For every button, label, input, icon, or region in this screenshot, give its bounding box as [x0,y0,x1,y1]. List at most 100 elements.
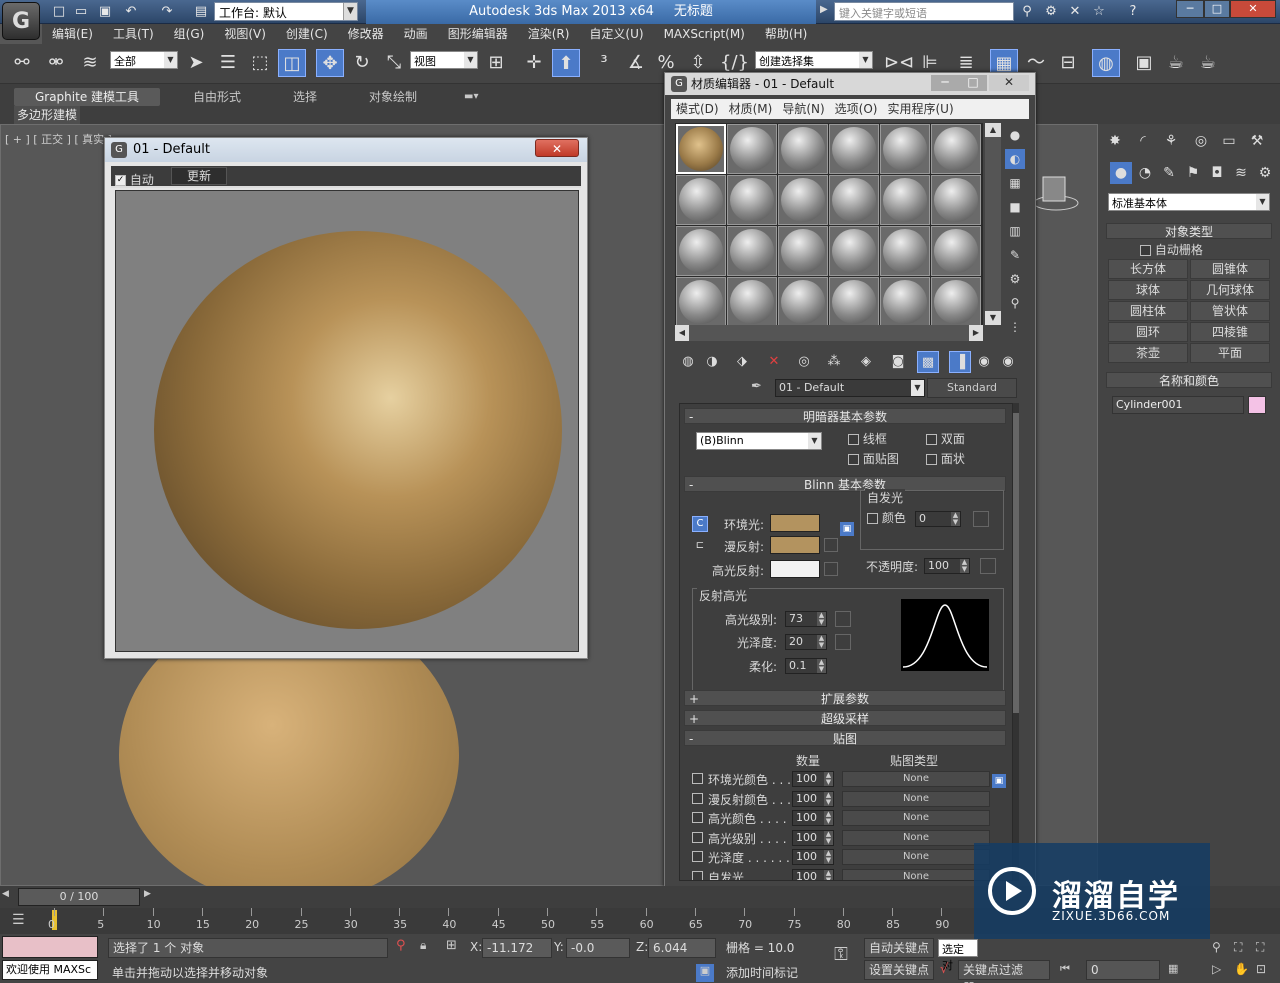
tube-button[interactable]: 管状体 [1190,301,1270,321]
preview-title-bar[interactable]: G 01 - Default [105,138,587,162]
zoom-extents-icon[interactable]: ⛶ [1234,940,1252,958]
scroll-thumb[interactable] [1013,413,1019,713]
soften-spinner[interactable]: 0.1 ▲ ▼ [785,658,827,674]
scroll-up-icon[interactable]: ▲ [985,123,1001,137]
rect-selection-icon[interactable]: ⬚ [246,49,274,77]
add-time-tag[interactable]: 添加时间标记 [722,964,822,982]
wire-checkbox[interactable]: 线框 [848,430,887,447]
tab-graphite-modeling[interactable]: Graphite 建模工具 [14,88,160,106]
torus-button[interactable]: 圆环 [1108,322,1188,342]
extended-params-rollout[interactable]: + 扩展参数 [684,690,1006,706]
save-icon[interactable]: ▣ [96,3,114,21]
menu-modes[interactable]: 模式(D) [671,99,724,119]
material-sample-slot[interactable] [829,124,879,174]
zoom-all-icon[interactable]: ⛶ [1256,940,1274,958]
snaps-toggle-icon[interactable]: ³ [590,49,618,77]
utilities-tab-icon[interactable]: ⚒ [1246,130,1268,152]
select-by-name-icon[interactable]: ☰ [214,49,242,77]
menu-options[interactable]: 选项(O) [830,99,883,119]
keyboard-shortcut-icon[interactable]: ⬆ [552,49,580,77]
self-illum-color-checkbox[interactable]: 颜色 [867,509,906,526]
material-sample-slot[interactable] [676,175,726,225]
polygon-modeling-panel[interactable]: 多边形建模 [14,106,81,124]
map-slot-button[interactable]: None [842,790,990,807]
go-to-parent-icon[interactable]: ◉ [973,351,995,373]
faceted-checkbox[interactable]: 面状 [926,450,965,467]
geosphere-button[interactable]: 几何球体 [1190,280,1270,300]
get-material-icon[interactable]: ◍ [677,351,699,373]
workspace-dropdown[interactable]: 工作台: 默认 ▼ [214,2,358,21]
spec-level-spinner[interactable]: 73 ▲ ▼ [785,611,827,627]
material-sample-slot[interactable] [727,277,777,327]
display-tab-icon[interactable]: ▭ [1218,130,1240,152]
bind-spacewarp-icon[interactable]: ≋ [76,49,104,77]
material-editor-icon[interactable]: ◍ [1092,49,1120,77]
spacewarps-icon[interactable]: ≋ [1230,162,1252,184]
gloss-spinner[interactable]: 20 ▲ ▼ [785,634,827,650]
shapes-icon[interactable]: ◔ [1134,162,1156,184]
spec-level-map-button[interactable] [835,611,851,627]
cone-button[interactable]: 圆锥体 [1190,259,1270,279]
material-sample-slot[interactable] [880,124,930,174]
menu-modifiers[interactable]: 修改器 [338,24,394,44]
render-production-icon[interactable]: ☕ [1194,49,1222,77]
specular-color-swatch[interactable] [770,560,820,578]
selection-filter-dropdown[interactable]: 全部 ▼ [110,51,178,69]
cylinder-button[interactable]: 圆柱体 [1108,301,1188,321]
map-amount-spinner[interactable]: 100 ▲ ▼ [792,849,834,866]
material-sample-slot[interactable] [676,124,726,174]
systems-icon[interactable]: ⚙ [1254,162,1276,184]
object-name-input[interactable]: Cylinder001 [1112,396,1244,414]
tab-object-paint[interactable]: 对象绘制 [369,88,417,106]
map-amount-spinner[interactable]: 100 ▲ ▼ [792,790,834,807]
map-enable-checkbox[interactable] [692,831,703,843]
menu-edit[interactable]: 编辑(E) [42,24,103,44]
uv-tiling-icon[interactable]: ■ [1005,197,1025,217]
maximize-button[interactable]: □ [1204,0,1230,18]
maxscript-listener-mini[interactable] [2,936,98,958]
lock-icon[interactable]: ▣ [992,774,1006,788]
material-sample-slot[interactable] [829,226,879,276]
isolate-icon[interactable]: ⚲ [396,938,410,956]
material-sample-slot[interactable] [880,277,930,327]
y-coord-input[interactable]: -0.0 [566,938,630,958]
menu-help[interactable]: 帮助(H) [755,24,817,44]
lock-diffuse-specular-icon[interactable]: ⊏ [692,540,708,556]
redo-icon[interactable]: ↷ [158,3,176,21]
map-amount-spinner[interactable]: 100 ▲ ▼ [792,869,834,880]
teapot-button[interactable]: 茶壶 [1108,343,1188,363]
tab-selection[interactable]: 选择 [293,88,317,106]
diffuse-map-button[interactable] [824,538,838,552]
ambient-color-swatch[interactable] [770,514,820,532]
scene-cylinder-object[interactable] [1031,165,1081,215]
material-sample-slot[interactable] [880,226,930,276]
box-button[interactable]: 长方体 [1108,259,1188,279]
material-sample-slot[interactable] [880,175,930,225]
material-sample-slot[interactable] [778,175,828,225]
map-enable-checkbox[interactable] [692,792,703,804]
diffuse-color-swatch[interactable] [770,536,820,554]
app-logo-icon[interactable]: G [2,2,40,40]
schematic-view-icon[interactable]: ⊟ [1054,49,1082,77]
scroll-down-icon[interactable]: ▼ [985,311,1001,325]
self-illum-spinner[interactable]: 0 ▲ ▼ [915,511,961,527]
ribbon-options-icon[interactable]: ▬▾ [464,88,478,106]
time-config-icon[interactable]: ▦ [1168,962,1188,980]
tab-freeform[interactable]: 自由形式 [193,88,241,106]
zoom-icon[interactable]: ⚲ [1212,940,1230,958]
name-color-rollout[interactable]: 名称和颜色 [1106,372,1272,388]
select-by-material-icon[interactable]: ⚲ [1005,293,1025,313]
material-sample-slot[interactable] [829,277,879,327]
map-slot-button[interactable]: None [842,869,990,880]
pan-icon[interactable]: ✋ [1234,962,1252,980]
cameras-icon[interactable]: ⚑ [1182,162,1204,184]
opacity-map-button[interactable] [980,558,996,574]
minimize-button[interactable]: ─ [1176,0,1204,18]
map-amount-spinner[interactable]: 100 ▲ ▼ [792,829,834,846]
material-sample-slot[interactable] [727,226,777,276]
map-amount-spinner[interactable]: 100 ▲ ▼ [792,771,834,787]
maximize-button[interactable]: □ [959,75,987,91]
options-icon[interactable]: ⚙ [1005,269,1025,289]
chevron-right-icon[interactable]: ▶ [820,4,832,20]
set-key-button[interactable]: 设置关键点 [864,960,934,980]
